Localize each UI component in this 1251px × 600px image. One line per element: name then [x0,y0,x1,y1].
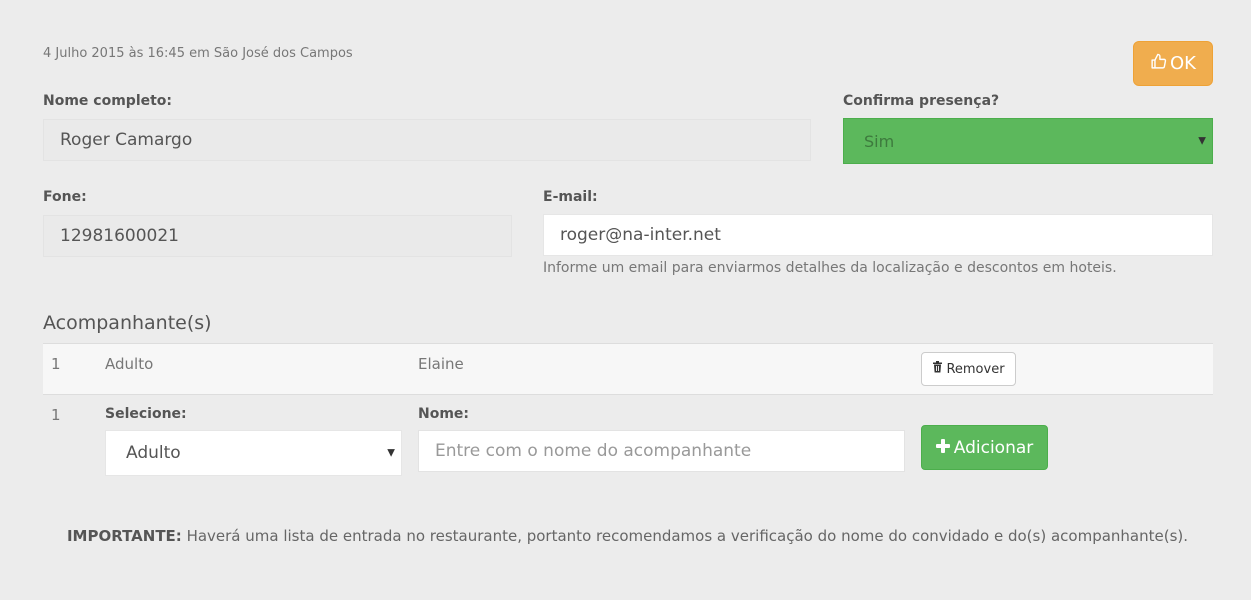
remove-companion-button[interactable]: Remover [921,352,1016,386]
add-companion-button[interactable]: Adicionar [921,425,1048,470]
email-value: roger@na-inter.net [560,225,721,245]
companion-type-select[interactable]: Adulto ▼ [105,430,402,476]
phone-label: Fone: [43,189,87,205]
ok-button[interactable]: OK [1133,41,1213,86]
email-help-text: Informe um email para enviarmos detalhes… [543,260,1117,276]
presence-selected-value: Sim [864,131,895,151]
phone-field[interactable]: 12981600021 [43,215,512,257]
remove-label: Remover [946,361,1005,377]
thumbs-up-icon [1150,53,1167,75]
presence-label: Confirma presença? [843,93,1000,109]
companion-index: 1 [51,355,61,373]
add-label: Adicionar [953,437,1034,458]
caret-down-icon: ▼ [387,447,395,459]
companion-name-label: Nome: [418,406,470,422]
trash-icon [932,361,943,377]
important-notice: IMPORTANTE: Haverá uma lista de entrada … [0,527,1251,545]
ok-label: OK [1170,53,1196,74]
companion-name-input[interactable] [418,430,905,472]
presence-select[interactable]: Sim ▼ [843,118,1213,164]
companion-type-label: Selecione: [105,406,187,422]
email-field[interactable]: roger@na-inter.net [543,214,1213,256]
full-name-field[interactable]: Roger Camargo [43,119,811,161]
new-companion-index: 1 [51,406,61,424]
companion-row: 1 Adulto Elaine Remover [43,343,1213,395]
plus-icon [935,438,950,458]
companion-type: Adulto [105,355,154,373]
full-name-label: Nome completo: [43,93,173,109]
timestamp: 4 Julho 2015 às 16:45 em São José dos Ca… [43,46,353,61]
companion-type-selected: Adulto [126,443,181,463]
email-label: E-mail: [543,189,598,205]
full-name-value: Roger Camargo [60,130,193,150]
phone-value: 12981600021 [60,226,179,246]
caret-down-icon: ▼ [1198,135,1206,147]
companions-title: Acompanhante(s) [43,312,212,334]
notice-text: Haverá uma lista de entrada no restauran… [181,527,1189,545]
companion-name: Elaine [418,355,464,373]
notice-label: IMPORTANTE: [66,527,182,545]
